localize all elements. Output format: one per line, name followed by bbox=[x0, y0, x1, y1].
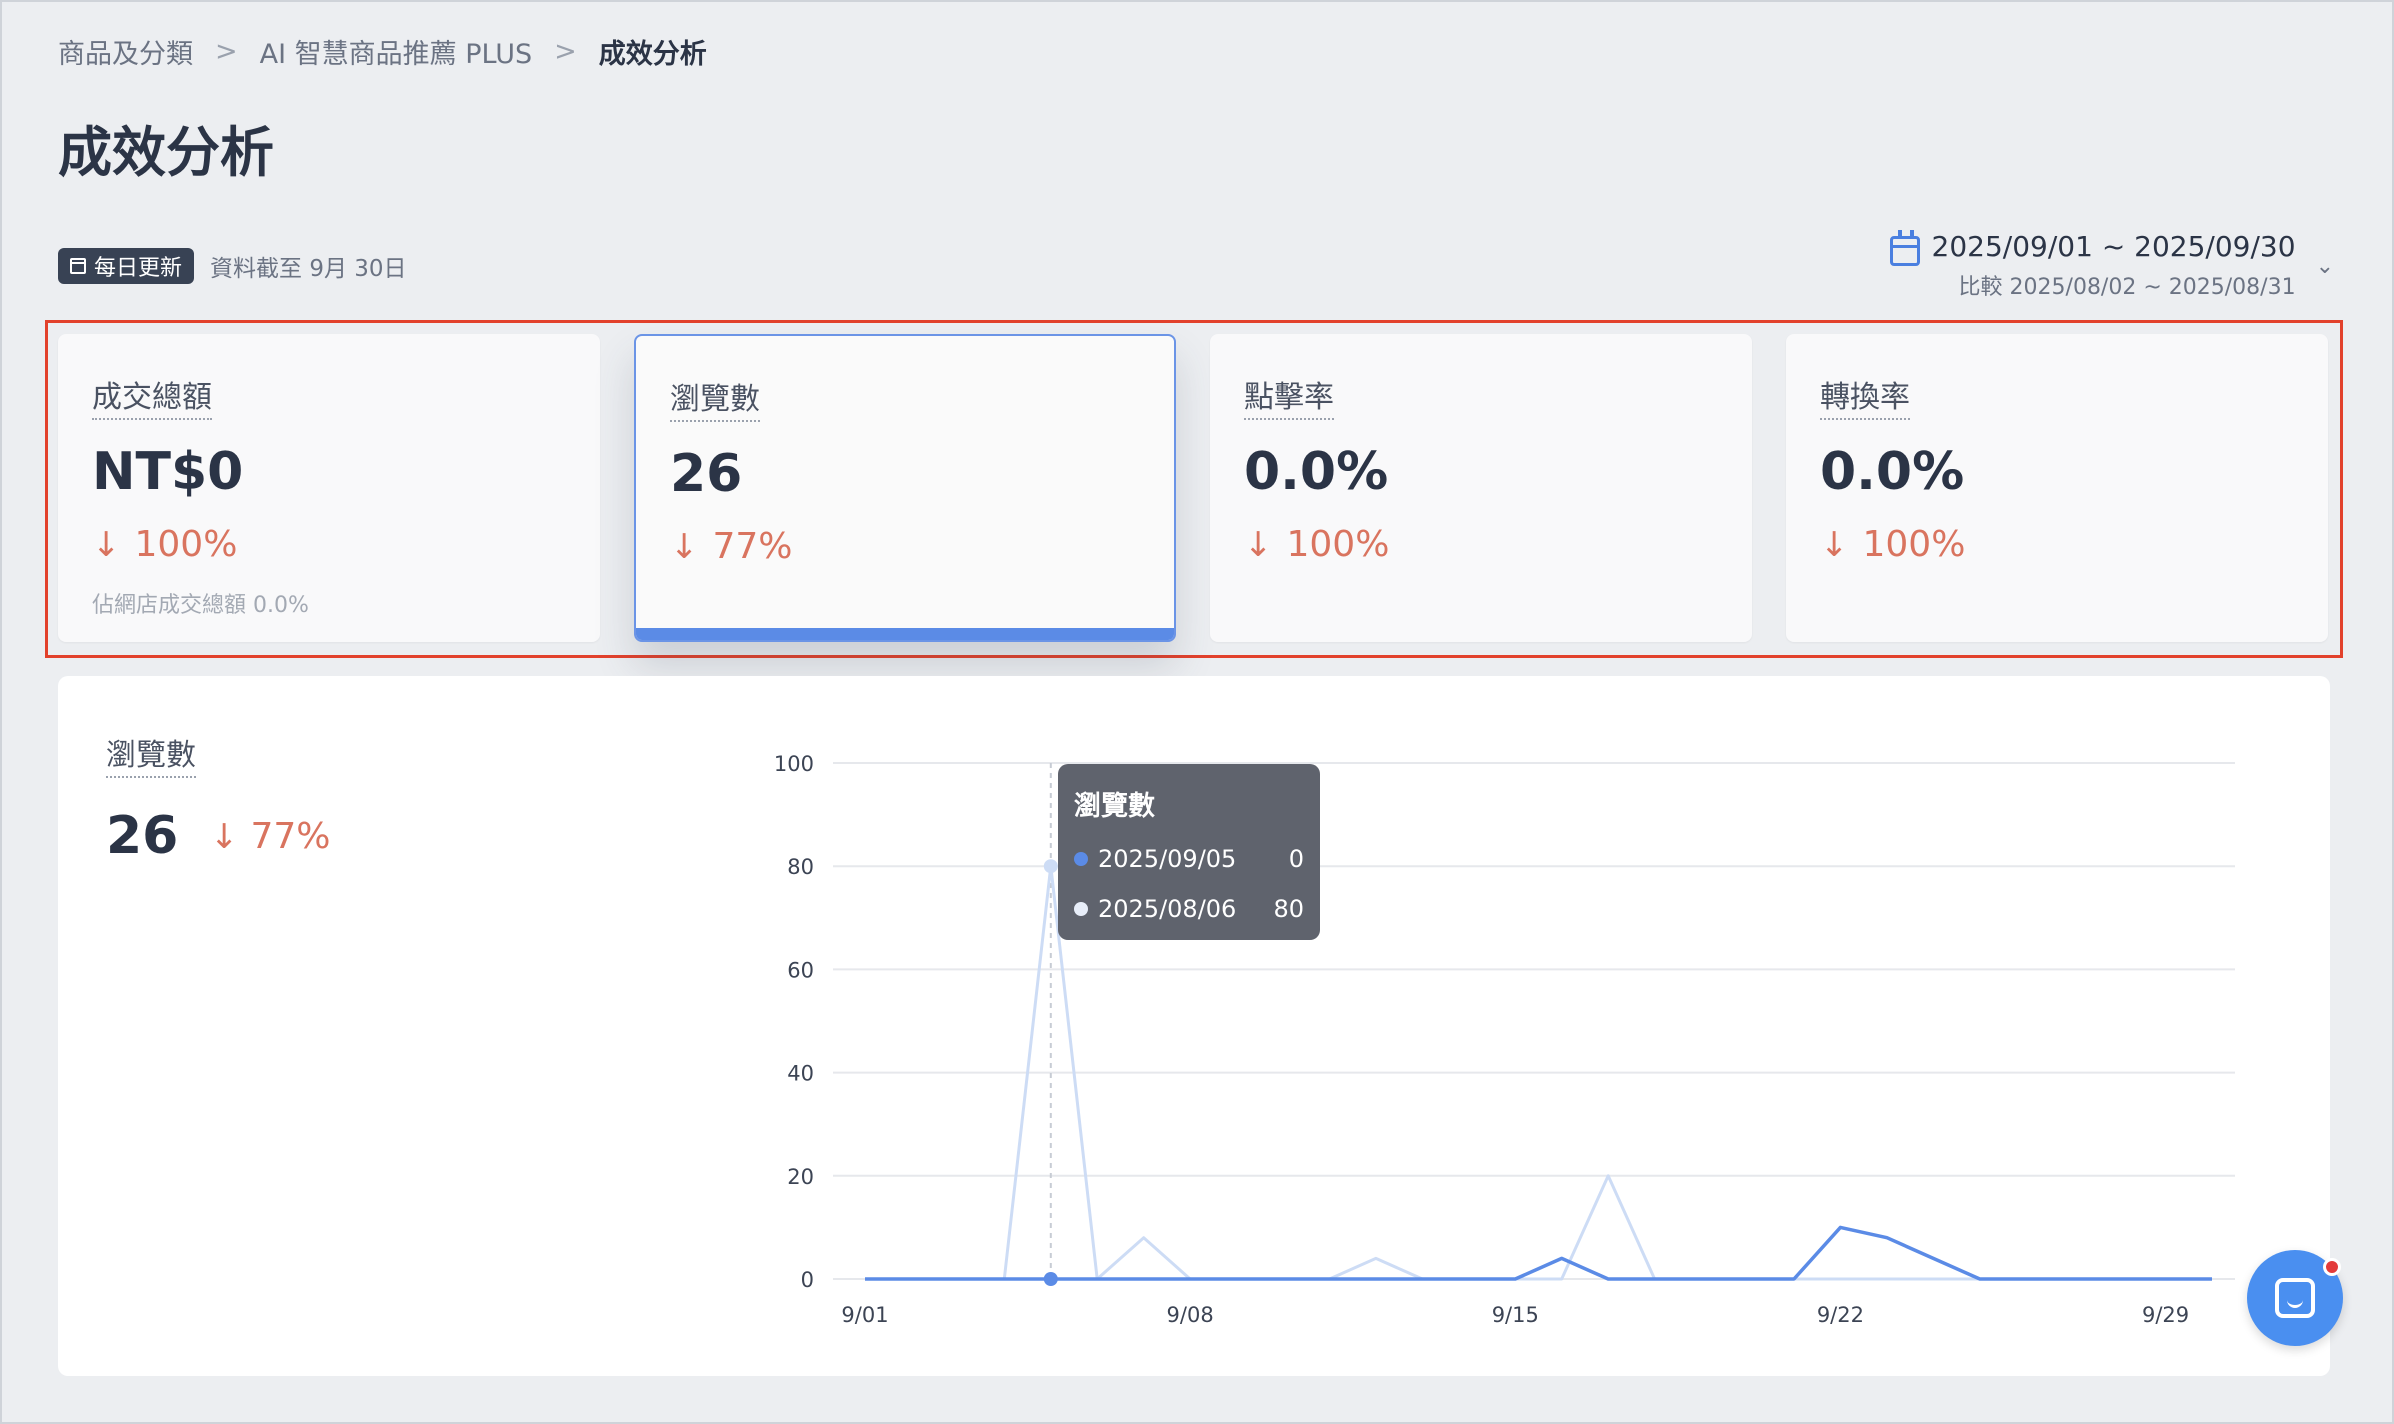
tooltip-date: 2025/09/05 bbox=[1098, 845, 1237, 873]
series-dot-icon bbox=[1074, 902, 1088, 916]
tooltip-value: 80 bbox=[1273, 895, 1304, 923]
highlight-point-current bbox=[1043, 1272, 1058, 1286]
chat-icon bbox=[2275, 1278, 2315, 1318]
tooltip-row-compare: 2025/08/06 80 bbox=[1074, 895, 1304, 923]
chat-support-button[interactable] bbox=[2247, 1250, 2343, 1346]
x-tick-label: 9/01 bbox=[841, 1303, 888, 1327]
series-dot-icon bbox=[1074, 852, 1088, 866]
x-tick-label: 9/08 bbox=[1167, 1303, 1214, 1327]
y-tick-label: 40 bbox=[787, 1062, 814, 1086]
highlight-point-compare bbox=[1043, 859, 1058, 874]
tooltip-title: 瀏覽數 bbox=[1074, 791, 1155, 822]
x-tick-label: 9/22 bbox=[1817, 1303, 1864, 1327]
y-tick-label: 100 bbox=[774, 752, 814, 776]
tooltip-date: 2025/08/06 bbox=[1098, 895, 1237, 923]
x-tick-label: 9/29 bbox=[2142, 1303, 2189, 1327]
y-tick-label: 60 bbox=[787, 958, 814, 982]
notification-dot bbox=[2323, 1258, 2341, 1276]
series-line-current bbox=[865, 1225, 2212, 1281]
views-line-chart[interactable]: 0 20 40 60 80 100 9/01 9/08 9/15 9/22 9/29 bbox=[0, 0, 2394, 1424]
y-tick-label: 0 bbox=[801, 1268, 814, 1292]
chart-tooltip: 瀏覽數 2025/09/05 0 2025/08/06 80 bbox=[1058, 764, 1320, 940]
tooltip-value: 0 bbox=[1288, 845, 1304, 873]
tooltip-row-current: 2025/09/05 0 bbox=[1074, 845, 1304, 873]
y-tick-label: 20 bbox=[787, 1165, 814, 1189]
x-tick-label: 9/15 bbox=[1492, 1303, 1539, 1327]
y-tick-label: 80 bbox=[787, 855, 814, 879]
